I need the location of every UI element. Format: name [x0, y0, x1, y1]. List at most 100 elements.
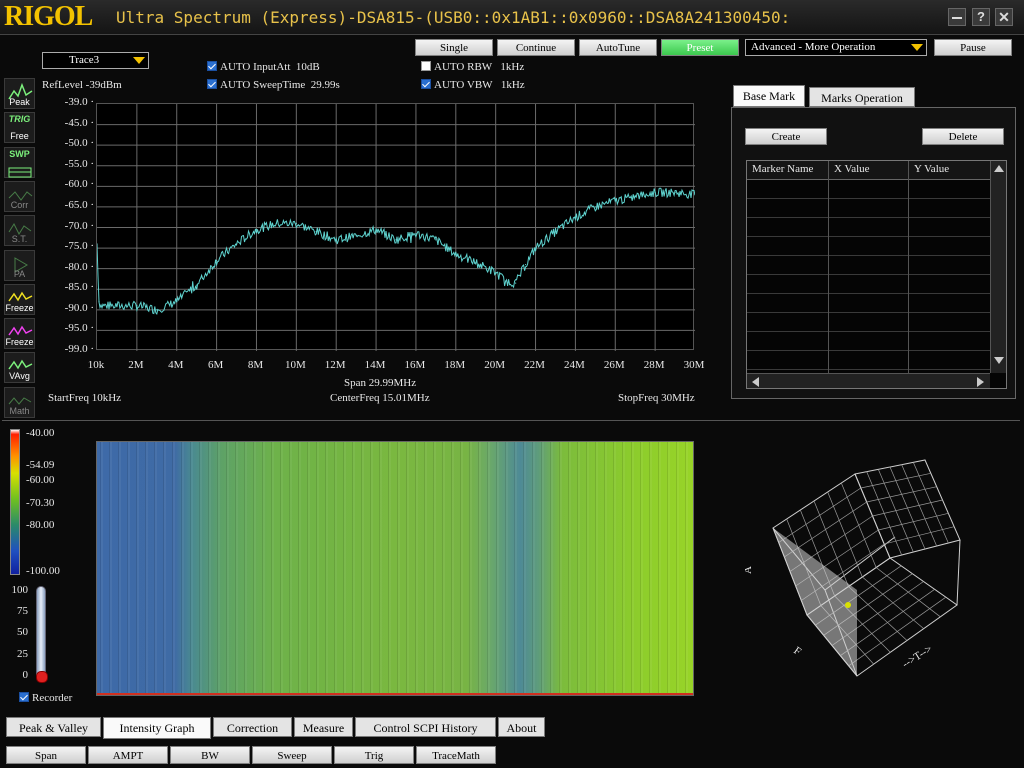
rbw-setting[interactable]: AUTO RBW 1kHz — [421, 61, 524, 73]
table-row — [747, 350, 990, 351]
recorder-toggle[interactable]: Recorder — [19, 692, 72, 704]
sidebar-item-vavg[interactable]: VAvg — [4, 352, 35, 384]
window-title: Ultra Spectrum (Express)-DSA815-(USB0::0… — [116, 8, 791, 27]
sidebar-item-corr[interactable]: Corr — [4, 180, 35, 212]
y-tick-label: -65.0 · — [64, 198, 94, 211]
tab-measure[interactable]: Measure — [294, 717, 353, 737]
y-tick-label: -60.0 · — [64, 178, 94, 191]
input-att-checkbox[interactable] — [207, 61, 217, 71]
chevron-down-icon — [911, 44, 923, 51]
vbw-setting[interactable]: AUTO VBW 1kHz — [421, 79, 525, 91]
rbw-checkbox[interactable] — [421, 61, 431, 71]
help-icon[interactable]: ? — [972, 8, 990, 26]
cube-shaded-face — [773, 528, 857, 676]
span-readout: Span 29.99MHz — [344, 377, 417, 389]
mode-select[interactable]: Advanced - More Operation — [745, 39, 927, 56]
data-point — [98, 301, 100, 303]
recorder-slider-track[interactable] — [36, 586, 48, 683]
table-row — [747, 255, 990, 256]
tab-control-scpi-history[interactable]: Control SCPI History — [355, 717, 496, 737]
sweep-time-value: 29.99s — [310, 79, 340, 91]
scale-label: -70.30 — [26, 497, 55, 509]
close-icon[interactable]: ✕ — [995, 8, 1013, 26]
percent-label: 100 — [11, 584, 29, 596]
trig-button[interactable]: Trig — [334, 746, 414, 764]
sweep-time-setting[interactable]: AUTO SweepTime 29.99s — [207, 79, 340, 91]
data-point — [634, 196, 636, 198]
data-point — [275, 222, 277, 224]
cube-back-face — [854, 459, 961, 559]
recorder-checkbox[interactable] — [19, 692, 29, 702]
data-point — [495, 272, 497, 274]
tab-intensity-graph[interactable]: Intensity Graph — [103, 717, 211, 739]
data-point — [355, 235, 357, 237]
sweep-time-checkbox[interactable] — [207, 79, 217, 89]
data-point — [196, 284, 198, 286]
axis-a-label: A — [745, 566, 754, 574]
tab-about[interactable]: About — [498, 717, 545, 737]
sidebar-item-free[interactable]: TRIG Free — [4, 112, 35, 144]
data-point — [415, 233, 417, 235]
pause-button[interactable]: Pause — [934, 39, 1012, 56]
sidebar-item-label: Free — [10, 131, 29, 142]
x-tick-label: 30M — [683, 359, 705, 371]
tab-marks-operation[interactable]: Marks Operation — [809, 87, 915, 107]
scroll-right-icon[interactable] — [977, 377, 984, 387]
data-point — [515, 282, 517, 284]
column-x-value: X Value — [834, 163, 870, 175]
scroll-left-icon[interactable] — [752, 377, 759, 387]
sweep-button[interactable]: Sweep — [252, 746, 332, 764]
x-tick-label: 14M — [364, 359, 386, 371]
intensity-color-scale — [10, 429, 20, 575]
sidebar-item-freeze[interactable]: Freeze — [4, 283, 35, 315]
x-tick-label: 16M — [404, 359, 426, 371]
recorder-slider-thumb[interactable] — [36, 671, 48, 683]
vertical-scrollbar[interactable] — [990, 161, 1006, 373]
table-row — [747, 293, 990, 294]
sidebar-item-math[interactable]: Math — [4, 386, 35, 418]
bw-button[interactable]: BW — [170, 746, 250, 764]
tab-peak-valley[interactable]: Peak & Valley — [6, 717, 101, 737]
data-point — [674, 191, 676, 194]
continue-button[interactable]: Continue — [497, 39, 575, 56]
sidebar-item-label: PA — [13, 268, 26, 279]
sidebar-item-peak[interactable]: Peak — [4, 78, 35, 109]
sidebar-item-st[interactable]: S.T. — [4, 215, 35, 247]
tab-base-mark[interactable]: Base Mark — [733, 85, 805, 107]
column-marker-name: Marker Name — [752, 163, 814, 175]
x-tick-label: 10M — [284, 359, 306, 371]
tracemath-button[interactable]: TraceMath — [416, 746, 496, 764]
column-y-value: Y Value — [914, 163, 950, 175]
scroll-up-icon[interactable] — [994, 165, 1004, 172]
scroll-down-icon[interactable] — [994, 357, 1004, 364]
minimize-icon[interactable] — [948, 8, 966, 26]
x-tick-label: 18M — [444, 359, 466, 371]
sidebar-item-pa[interactable]: PA — [4, 249, 35, 281]
trace-select[interactable]: Trace3 — [42, 52, 149, 69]
input-att-setting[interactable]: AUTO InputAtt 10dB — [207, 61, 320, 73]
preset-button[interactable]: Preset — [661, 39, 739, 56]
spectrum-svg — [97, 104, 695, 351]
3d-view: A F -->T--> — [745, 459, 961, 677]
tab-correction[interactable]: Correction — [213, 717, 292, 737]
create-marker-button[interactable]: Create — [745, 128, 827, 145]
table-row — [747, 236, 990, 237]
y-tick-label: -45.0 · — [64, 116, 94, 129]
percent-label: 25 — [17, 647, 28, 660]
x-tick-label: 8M — [247, 359, 264, 371]
sidebar-item-swp[interactable]: SWP — [4, 146, 35, 178]
ampt-button[interactable]: AMPT — [88, 746, 168, 764]
autotune-button[interactable]: AutoTune — [579, 39, 657, 56]
delete-marker-button[interactable]: Delete — [922, 128, 1004, 145]
data-point — [554, 231, 557, 233]
x-tick-label: 10k — [87, 359, 105, 371]
sidebar-item-freeze[interactable]: Freeze — [4, 318, 35, 350]
rbw-label: AUTO RBW — [434, 61, 493, 73]
single-button[interactable]: Single — [415, 39, 493, 56]
vbw-checkbox[interactable] — [421, 79, 431, 89]
sidebar: Peak TRIG Free SWP Corr S.T. PA Freeze Freeze VAv… — [0, 36, 38, 418]
trace-select-value: Trace3 — [69, 54, 100, 66]
span-button[interactable]: Span — [6, 746, 86, 764]
intensity-baseline — [97, 693, 693, 695]
horizontal-scrollbar[interactable] — [747, 373, 990, 388]
